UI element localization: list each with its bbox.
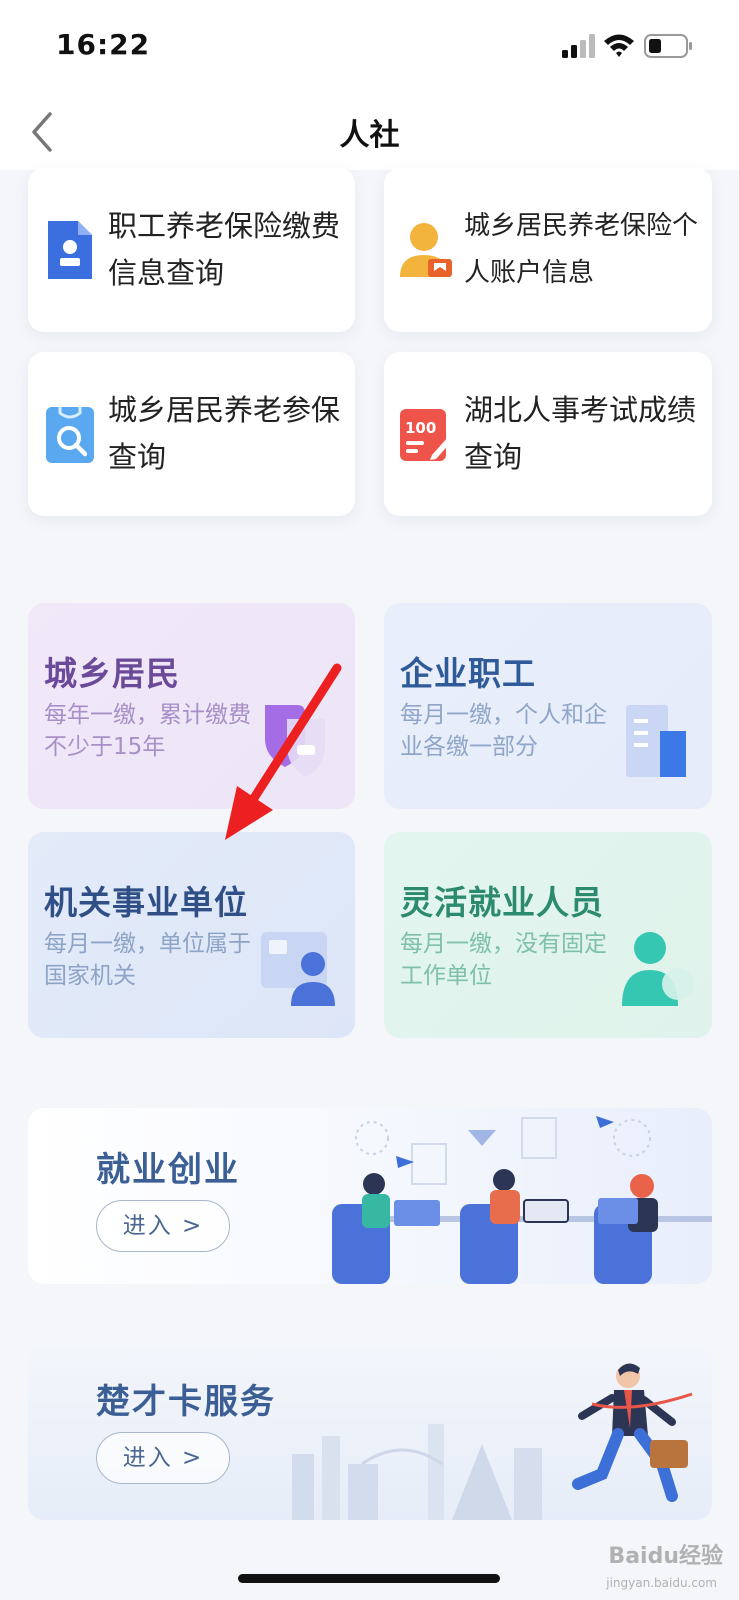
page-title: 人社 (339, 118, 400, 153)
tile-label: 湖北人事考试成绩查询 (464, 393, 697, 474)
category-title: 灵活就业人员 (400, 883, 604, 922)
tile-label: 城乡居民养老参保查询 (108, 393, 341, 474)
tile-resident-enrollment-query[interactable]: 城乡居民养老参保查询 (28, 352, 355, 516)
enter-button[interactable]: 进入 > (96, 1432, 230, 1484)
category-government-institution[interactable]: 机关事业单位 每月一缴，单位属于国家机关 (28, 832, 355, 1038)
shield-icon (265, 705, 325, 777)
tile-pension-payment-query[interactable]: 职工养老保险缴费信息查询 (28, 168, 355, 332)
status-bar: 16:22 (0, 0, 739, 92)
nav-bar: 人社 (0, 92, 739, 170)
tile-label: 城乡居民养老保险个人账户信息 (464, 211, 699, 288)
office-person-icon (261, 932, 335, 1006)
tile-hubei-exam-score[interactable]: 100 湖北人事考试成绩查询 (384, 352, 712, 516)
score-100-icon: 100 (400, 409, 452, 461)
category-desc: 每月一缴，没有固定工作单位 (400, 931, 607, 989)
banner-title: 楚才卡服务 (96, 1382, 276, 1422)
watermark-brand: Baidu经验 (608, 1544, 723, 1569)
category-desc: 每月一缴，单位属于国家机关 (44, 931, 251, 989)
document-person-icon (48, 221, 92, 279)
category-desc: 每年一缴，累计缴费不少于15年 (44, 702, 251, 760)
building-icon (626, 705, 686, 777)
category-enterprise-employee[interactable]: 企业职工 每月一缴，个人和企业各缴一部分 (384, 603, 712, 809)
person-card-icon (400, 223, 452, 277)
person-icon (622, 932, 694, 1006)
category-urban-rural-resident[interactable]: 城乡居民 每年一缴，累计缴费不少于15年 (28, 603, 355, 809)
category-title: 机关事业单位 (44, 883, 248, 922)
signal-icon (562, 34, 595, 58)
tile-label: 职工养老保险缴费信息查询 (108, 209, 341, 290)
city-runner-illustration (292, 1363, 693, 1520)
battery-icon (644, 34, 692, 58)
category-title: 企业职工 (400, 654, 536, 693)
banner-employment[interactable]: 就业创业 进入 > (28, 1108, 712, 1284)
svg-text:100: 100 (405, 419, 436, 437)
home-indicator (238, 1574, 500, 1583)
category-desc: 每月一缴，个人和企业各缴一部分 (400, 702, 607, 760)
category-flexible-employment[interactable]: 灵活就业人员 每月一缴，没有固定工作单位 (384, 832, 712, 1038)
wifi-icon (604, 34, 634, 57)
category-title: 城乡居民 (44, 654, 180, 693)
badge-search-icon (46, 407, 94, 463)
status-time: 16:22 (56, 28, 151, 61)
office-workers-illustration (332, 1116, 712, 1284)
watermark-site: jingyan.baidu.com (606, 1576, 717, 1590)
banner-title: 就业创业 (96, 1150, 240, 1190)
banner-chucai-card[interactable]: 楚才卡服务 进入 > (28, 1344, 712, 1520)
tile-resident-pension-account[interactable]: 城乡居民养老保险个人账户信息 (384, 168, 712, 332)
enter-button[interactable]: 进入 > (96, 1200, 230, 1252)
